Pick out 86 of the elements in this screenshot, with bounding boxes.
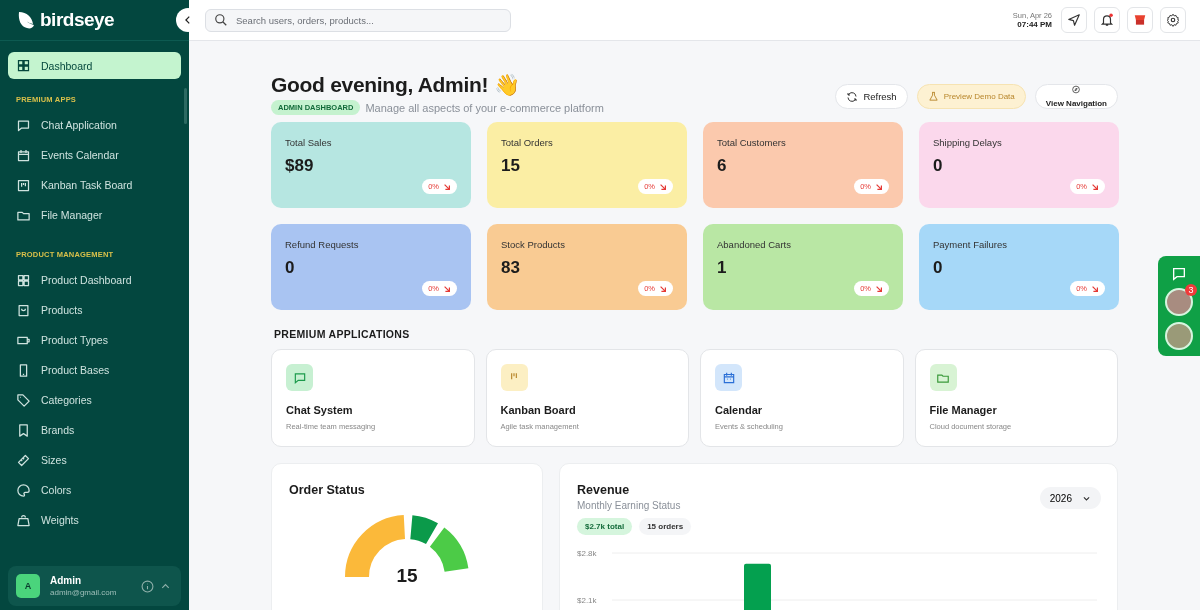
stat-label: Total Sales — [285, 137, 333, 148]
refresh-icon — [846, 90, 859, 103]
menu-item-icon — [16, 117, 31, 133]
axis-tick-label: $2.8k — [577, 549, 597, 558]
app-title: File Manager — [929, 404, 998, 416]
menu-item-icon — [16, 302, 31, 318]
search-field[interactable]: Search users, orders, products... — [234, 13, 502, 27]
orders-pill: 15 orders — [639, 518, 692, 535]
stat-label: Stock Products — [501, 239, 566, 250]
order-total: 15 — [395, 565, 419, 587]
sidebar-item[interactable]: Weights — [8, 505, 181, 535]
menu-item-icon — [16, 482, 31, 498]
stat-value: 83 — [501, 258, 521, 278]
leaf-logo-icon — [16, 10, 36, 30]
stat-label: Shipping Delays — [933, 137, 1003, 148]
stat-label: Abandoned Carts — [717, 239, 792, 250]
stat-label: Refund Requests — [285, 239, 360, 250]
settings-icon — [1166, 13, 1180, 27]
menu-item-icon — [16, 272, 31, 288]
sidebar-item[interactable]: Events Calendar — [8, 140, 181, 170]
card-subtitle: Monthly Earning Status — [577, 500, 681, 511]
notification-button[interactable] — [1094, 7, 1120, 33]
sidebar-item[interactable]: Sizes — [8, 445, 181, 475]
settings-button[interactable] — [1160, 7, 1186, 33]
avatar-circle[interactable] — [1165, 322, 1193, 350]
refresh-button[interactable]: Refresh — [835, 84, 908, 109]
compass-icon — [1070, 85, 1083, 94]
stat-label: Total Orders — [501, 137, 554, 148]
stat-value: 15 — [501, 156, 521, 176]
sidebar-item[interactable]: Product Types — [8, 325, 181, 355]
paper-plane-icon — [1067, 13, 1081, 27]
greeting-title: Good evening, Admin! 👋 — [271, 73, 521, 97]
navigation-button[interactable]: View Navigation — [1034, 84, 1118, 109]
app-title: Calendar — [715, 404, 764, 416]
year-dropdown[interactable]: 2026 — [1039, 487, 1101, 509]
bell-icon — [1100, 13, 1114, 27]
basket-icon — [1133, 13, 1147, 27]
user-name: Admin — [50, 575, 83, 586]
search-box[interactable]: Search users, orders, products... — [205, 8, 511, 32]
store-button[interactable] — [1127, 7, 1153, 33]
send-button[interactable] — [1061, 7, 1087, 33]
app-title: Kanban Board — [500, 404, 577, 416]
brand-name: birdseye — [40, 9, 115, 31]
sidebar-item[interactable]: Categories — [8, 385, 181, 415]
stat-value: 6 — [717, 156, 728, 176]
card-title: Order Status — [289, 483, 366, 497]
stat-value: 0 — [933, 258, 944, 278]
sidebar-item[interactable]: Product Bases — [8, 355, 181, 385]
search-icon — [214, 13, 228, 27]
menu-item-icon — [16, 177, 31, 193]
app-title: Chat System — [286, 404, 354, 416]
total-pill: $2.7k total — [577, 518, 633, 535]
menu-item-icon — [16, 392, 31, 408]
flask-icon — [927, 91, 939, 102]
sidebar-item[interactable]: Colors — [8, 475, 181, 505]
revenue-bar — [744, 563, 771, 610]
sidebar-item[interactable]: Chat Application — [8, 110, 181, 140]
chat-icon[interactable] — [1171, 266, 1187, 282]
section-title: PREMIUM APPLICATIONS — [274, 328, 411, 340]
user-email: admin@gmail.com — [50, 588, 118, 597]
menu-item-icon — [16, 422, 31, 438]
axis-tick-label: $2.1k — [577, 596, 597, 605]
user-avatar: A — [16, 574, 40, 598]
sidebar-item[interactable]: Product Dashboard — [8, 265, 181, 295]
sidebar-item[interactable]: Brands — [8, 415, 181, 445]
stat-label: Total Customers — [717, 137, 787, 148]
user-card[interactable]: A Admin admin@gmail.com — [8, 566, 181, 606]
sidebar-item[interactable]: Kanban Task Board — [8, 170, 181, 200]
stat-label: Payment Failures — [933, 239, 1008, 250]
info-icon[interactable] — [141, 579, 154, 593]
sidebar-item[interactable]: File Manager — [8, 200, 181, 230]
unread-badge: 3 — [1185, 284, 1197, 296]
stat-value: 1 — [717, 258, 728, 278]
page-subtitle: Manage all aspects of your e-commerce platform — [365, 101, 604, 114]
sidebar-item[interactable]: Products — [8, 295, 181, 325]
time-text: 07:44 PM — [1017, 20, 1052, 29]
menu-item-icon — [16, 452, 31, 468]
scrollbar[interactable] — [184, 88, 187, 124]
menu-item-icon — [16, 147, 31, 163]
grid-icon — [16, 58, 31, 73]
stat-value: $89 — [285, 156, 315, 176]
sidebar-item[interactable]: Dashboard — [8, 52, 181, 79]
stat-value: 0 — [933, 156, 944, 176]
menu-item-icon — [16, 512, 31, 528]
card-title: Revenue — [577, 483, 631, 497]
stat-value: 0 — [285, 258, 296, 278]
